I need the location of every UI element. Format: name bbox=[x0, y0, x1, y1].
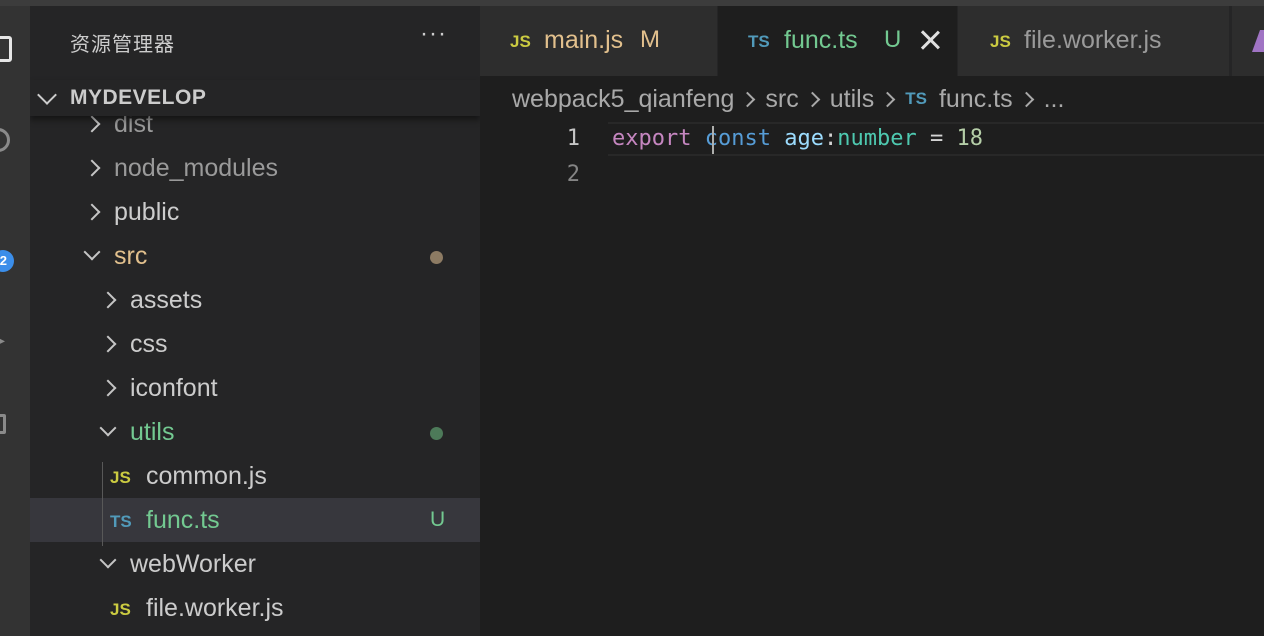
ts-file-icon: TS bbox=[905, 89, 927, 109]
punctuation-token: : bbox=[823, 126, 838, 151]
explorer-header: 资源管理器 ··· bbox=[30, 6, 480, 76]
tree-item-label: assets bbox=[130, 286, 203, 314]
tree-item-label: common.js bbox=[146, 462, 267, 490]
tree-item-iconfont[interactable]: iconfont bbox=[30, 366, 480, 410]
chevron-right-icon bbox=[83, 115, 101, 133]
indent-guide bbox=[102, 462, 103, 546]
text-cursor bbox=[712, 126, 714, 154]
chevron-right-icon bbox=[99, 335, 117, 353]
tree-item-node-modules[interactable]: node_modules bbox=[30, 146, 480, 190]
tree-item-common-js[interactable]: JS common.js bbox=[30, 454, 480, 498]
chevron-right-icon bbox=[83, 159, 101, 177]
chevron-right-icon bbox=[99, 379, 117, 397]
workspace-name: MYDEVELOP bbox=[70, 86, 207, 109]
modified-dot-icon bbox=[430, 251, 443, 264]
js-file-icon: JS bbox=[990, 32, 1011, 51]
js-file-icon: JS bbox=[110, 468, 131, 487]
tree-item-utils[interactable]: utils bbox=[30, 410, 480, 454]
tree-item-css[interactable]: css bbox=[30, 322, 480, 366]
chevron-right-icon bbox=[83, 203, 101, 221]
chevron-right-icon bbox=[879, 91, 896, 108]
chevron-right-icon bbox=[740, 91, 756, 108]
tree-item-label: func.ts bbox=[146, 506, 220, 534]
tree-item-label: css bbox=[130, 330, 168, 358]
chevron-down-icon bbox=[99, 551, 117, 569]
tree-item-label: file.worker.js bbox=[146, 594, 284, 622]
files-icon[interactable] bbox=[0, 36, 12, 62]
explorer-sidebar: 资源管理器 ··· MYDEVELOP dist node_modules pu… bbox=[30, 6, 480, 636]
breadcrumb-item[interactable]: src bbox=[765, 85, 798, 114]
keyword-token: const bbox=[704, 126, 771, 151]
tab-modified-status: M bbox=[640, 26, 660, 53]
tree-item-label: public bbox=[114, 198, 180, 226]
code-line-1[interactable]: export const age:number = 18 bbox=[612, 126, 983, 151]
run-debug-icon[interactable]: ▸ bbox=[0, 330, 5, 351]
number-token: 18 bbox=[956, 126, 983, 151]
js-file-icon: JS bbox=[510, 32, 531, 51]
tab-overflow[interactable] bbox=[1232, 6, 1264, 76]
breadcrumb-item[interactable]: func.ts bbox=[939, 85, 1013, 114]
breadcrumb-item[interactable]: ... bbox=[1044, 85, 1065, 114]
tree-item-webworker[interactable]: webWorker bbox=[30, 542, 480, 586]
tree-item-label: webWorker bbox=[130, 550, 256, 578]
extensions-icon[interactable] bbox=[0, 414, 6, 434]
chevron-right-icon bbox=[1018, 91, 1034, 108]
breadcrumb: webpack5_qianfeng src utils TS func.ts... bbox=[512, 84, 1064, 118]
editor-area: JS main.js M TS func.ts U JS file.worker… bbox=[480, 6, 1264, 636]
chevron-right-icon bbox=[99, 291, 117, 309]
workspace-section-header[interactable]: MYDEVELOP bbox=[30, 80, 480, 116]
tree-item-label: node_modules bbox=[114, 154, 279, 182]
untracked-status: U bbox=[430, 508, 446, 531]
keyword-token: export bbox=[612, 126, 692, 151]
tab-label: file.worker.js bbox=[1024, 26, 1162, 54]
close-icon[interactable] bbox=[918, 28, 942, 52]
tree-item-label: iconfont bbox=[130, 374, 218, 402]
tab-bar: JS main.js M TS func.ts U JS file.worker… bbox=[480, 6, 1264, 76]
line-number: 1 bbox=[566, 126, 580, 151]
operator-token: = bbox=[916, 126, 957, 151]
more-actions-button[interactable]: ··· bbox=[420, 20, 447, 48]
identifier-token: age bbox=[784, 126, 824, 151]
chevron-down-icon bbox=[37, 85, 57, 105]
explorer-title: 资源管理器 bbox=[70, 32, 175, 56]
file-icon bbox=[1251, 30, 1264, 52]
breadcrumb-item[interactable]: webpack5_qianfeng bbox=[512, 85, 734, 114]
tab-label: func.ts bbox=[784, 26, 858, 54]
accounts-icon[interactable]: • bbox=[0, 534, 2, 540]
chevron-down-icon bbox=[99, 419, 117, 437]
tree-item-assets[interactable]: assets bbox=[30, 278, 480, 322]
source-control-badge[interactable]: 2 bbox=[0, 250, 14, 272]
js-file-icon: JS bbox=[110, 600, 131, 619]
tab-file-worker-js[interactable]: JS file.worker.js bbox=[958, 6, 1230, 76]
chevron-down-icon bbox=[83, 243, 101, 261]
tab-label: main.js bbox=[544, 26, 624, 54]
tree-item-public[interactable]: public bbox=[30, 190, 480, 234]
tree-item-label: utils bbox=[130, 418, 175, 446]
tab-func-ts[interactable]: TS func.ts U bbox=[718, 6, 958, 76]
untracked-dot-icon bbox=[430, 427, 443, 440]
chevron-right-icon bbox=[804, 91, 821, 108]
tree-item-label: src bbox=[114, 242, 148, 270]
line-number: 2 bbox=[566, 162, 580, 187]
ts-file-icon: TS bbox=[748, 32, 770, 51]
breadcrumb-item[interactable]: utils bbox=[830, 85, 874, 114]
ts-file-icon: TS bbox=[110, 512, 132, 531]
type-token: number bbox=[837, 126, 917, 151]
search-icon[interactable] bbox=[0, 128, 10, 152]
tree-item-file-worker-js[interactable]: JS file.worker.js bbox=[30, 586, 480, 630]
tab-untracked-status: U bbox=[884, 26, 902, 53]
tree-item-src[interactable]: src bbox=[30, 234, 480, 278]
tree-item-func-ts[interactable]: TS func.ts U bbox=[30, 498, 480, 542]
activity-bar: 2 ▸ • bbox=[0, 6, 30, 636]
tab-main-js[interactable]: JS main.js M bbox=[480, 6, 718, 76]
